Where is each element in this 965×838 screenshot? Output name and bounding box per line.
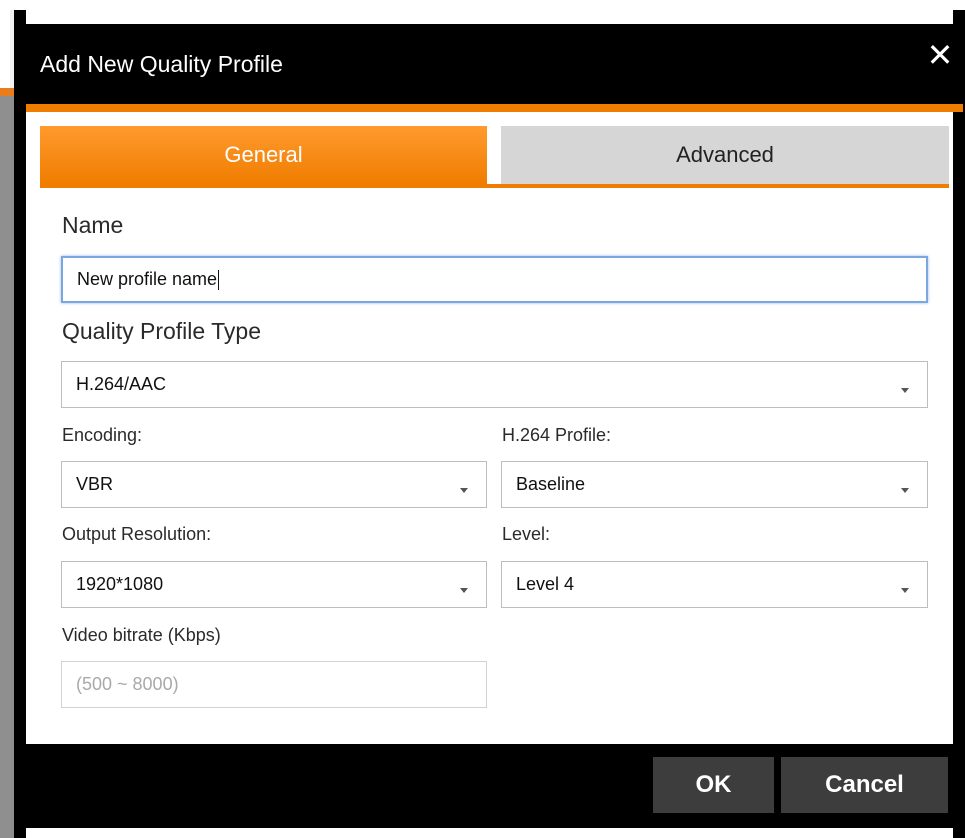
resolution-label: Output Resolution: (62, 524, 212, 544)
chevron-down-icon (901, 587, 909, 593)
tab-general[interactable]: General (40, 126, 487, 184)
encoding-value: VBR (76, 474, 114, 494)
name-label: Name (62, 212, 124, 238)
chevron-down-icon (460, 487, 468, 493)
resolution-select[interactable]: 1920*1080 (61, 561, 487, 608)
name-input[interactable]: New profile name (61, 256, 928, 303)
level-value: Level 4 (516, 574, 575, 594)
dialog-titlebar: Add New Quality Profile ✕ (26, 24, 963, 104)
dialog-footer: OK Cancel (26, 744, 963, 828)
bitrate-input[interactable]: (500 ~ 8000) (61, 661, 487, 708)
h264-profile-select[interactable]: Baseline (501, 461, 928, 508)
profile-type-select[interactable]: H.264/AAC (61, 361, 928, 408)
level-label: Level: (502, 524, 551, 544)
level-select[interactable]: Level 4 (501, 561, 928, 608)
chevron-down-icon (901, 387, 909, 393)
chevron-down-icon (460, 587, 468, 593)
close-icon[interactable]: ✕ (925, 39, 955, 71)
encoding-select[interactable]: VBR (61, 461, 487, 508)
tab-bar: General Advanced (40, 126, 949, 188)
profile-type-label: Quality Profile Type (62, 318, 262, 344)
name-input-value: New profile name (77, 269, 218, 289)
title-accent-bar (26, 104, 963, 112)
h264-profile-value: Baseline (516, 474, 586, 494)
bitrate-label: Video bitrate (Kbps) (62, 625, 221, 645)
cancel-button[interactable]: Cancel (781, 757, 948, 813)
bitrate-placeholder: (500 ~ 8000) (76, 674, 179, 694)
backdrop (0, 0, 965, 10)
ok-button[interactable]: OK (653, 757, 774, 813)
profile-type-value: H.264/AAC (76, 374, 167, 394)
dialog-title: Add New Quality Profile (40, 51, 283, 77)
h264-profile-label: H.264 Profile: (502, 425, 612, 445)
background-window-edge (0, 88, 14, 838)
encoding-label: Encoding: (62, 425, 143, 445)
tab-underline (40, 184, 949, 188)
text-cursor (218, 269, 220, 290)
tab-advanced[interactable]: Advanced (501, 126, 949, 184)
chevron-down-icon (901, 487, 909, 493)
resolution-value: 1920*1080 (76, 574, 164, 594)
